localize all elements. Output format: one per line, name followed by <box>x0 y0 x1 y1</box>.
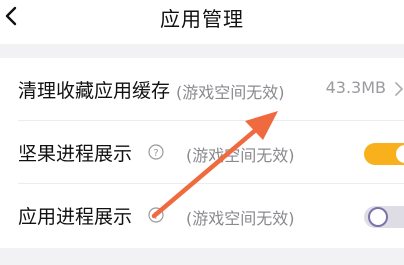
help-icon[interactable]: ? <box>148 144 164 160</box>
svg-text:?: ? <box>153 211 158 222</box>
app-process-toggle[interactable] <box>364 206 404 228</box>
nut-process-toggle[interactable] <box>364 143 404 165</box>
page-title: 应用管理 <box>160 7 244 31</box>
clear-cache-label: 清理收藏应用缓存 <box>18 80 171 102</box>
game-space-note: (游戏空间无效) <box>176 83 285 102</box>
nut-process-label: 坚果进程展示 <box>18 143 133 165</box>
toggle-knob <box>368 207 388 227</box>
game-space-note: (游戏空间无效) <box>186 146 295 165</box>
chevron-right-icon <box>392 80 404 98</box>
nut-process-display-row: 坚果进程展示 ? (游戏空间无效) <box>0 121 404 183</box>
cache-size-value: 43.3MB <box>325 78 386 97</box>
app-process-display-row: 应用进程展示 ? (游戏空间无效) <box>0 184 404 246</box>
toggle-knob <box>396 145 404 163</box>
clear-favorite-cache-row[interactable]: 清理收藏应用缓存 (游戏空间无效) 43.3MB <box>0 58 404 120</box>
settings-card: 清理收藏应用缓存 (游戏空间无效) 43.3MB 坚果进程展示 ? (游戏空间无… <box>0 58 404 248</box>
game-space-note: (游戏空间无效) <box>186 209 295 228</box>
help-icon[interactable]: ? <box>148 207 164 223</box>
svg-text:?: ? <box>153 148 158 159</box>
header-bar: 应用管理 <box>0 0 404 44</box>
app-process-label: 应用进程展示 <box>18 206 133 228</box>
